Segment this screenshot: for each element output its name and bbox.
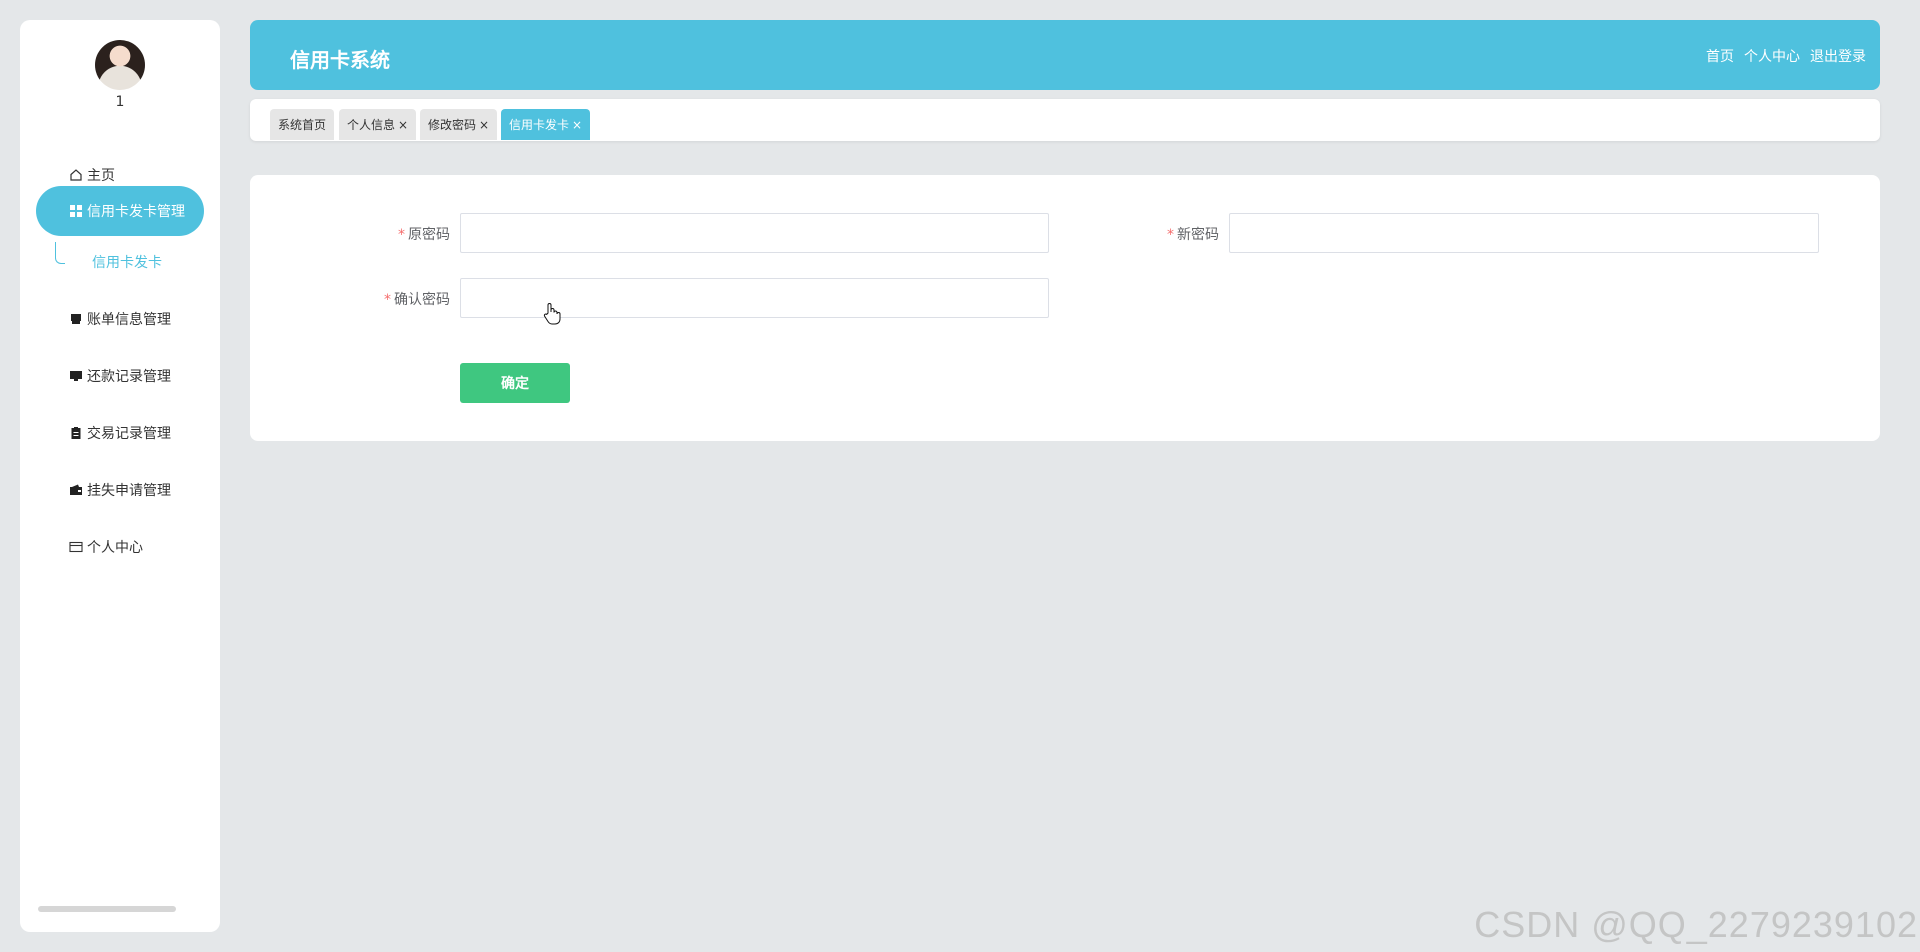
close-icon[interactable]: × xyxy=(479,118,489,132)
header-link-logout[interactable]: 退出登录 xyxy=(1810,46,1866,66)
tab-card-issue[interactable]: 信用卡发卡 × xyxy=(501,109,591,140)
tab-label: 系统首页 xyxy=(278,118,327,132)
sidebar-item-label: 主页 xyxy=(87,168,115,184)
header-link-home[interactable]: 首页 xyxy=(1706,46,1734,66)
old-password-input[interactable] xyxy=(460,213,1049,253)
grid-icon xyxy=(68,203,84,219)
tab-system-home[interactable]: 系统首页 xyxy=(270,109,335,140)
sidebar-item-transaction-management[interactable]: 交易记录管理 xyxy=(36,408,204,458)
watermark: CSDN @QQ_2279239102 xyxy=(1474,904,1918,945)
tab-label: 修改密码 xyxy=(428,118,477,132)
sidebar-item-bill-management[interactable]: 账单信息管理 xyxy=(36,294,204,344)
tab-personal-info[interactable]: 个人信息 × xyxy=(339,109,417,140)
required-marker: * xyxy=(398,227,405,243)
sidebar-item-label: 交易记录管理 xyxy=(87,426,171,442)
hand-cursor-icon xyxy=(543,302,561,326)
sidebar-scrollbar[interactable] xyxy=(38,906,176,912)
sidebar-item-label: 个人中心 xyxy=(87,540,143,556)
new-password-input[interactable] xyxy=(1229,213,1819,253)
tab-label: 信用卡发卡 xyxy=(509,118,570,132)
submenu-item-card-issue[interactable]: 信用卡发卡 xyxy=(92,252,162,272)
monitor-icon xyxy=(68,368,84,384)
home-icon xyxy=(68,167,84,183)
tab-bar: 系统首页 个人信息 × 修改密码 × 信用卡发卡 × xyxy=(250,99,1880,141)
card-icon xyxy=(68,539,84,555)
tab-change-password[interactable]: 修改密码 × xyxy=(420,109,498,140)
top-header: 信用卡系统 首页 个人中心 退出登录 xyxy=(250,20,1880,90)
header-links: 首页 个人中心 退出登录 xyxy=(1706,46,1866,66)
sidebar-item-label: 账单信息管理 xyxy=(87,312,171,328)
sidebar-item-repayment-management[interactable]: 还款记录管理 xyxy=(36,351,204,401)
new-password-label: * 新密码 xyxy=(1167,227,1219,243)
confirm-button[interactable]: 确定 xyxy=(460,363,570,403)
sidebar-item-personal-center[interactable]: 个人中心 xyxy=(36,522,204,572)
sidebar: 1 主页 信用卡发卡管理 信用卡发卡 账单信息管理 还款记录管理 交易记录管理 xyxy=(20,20,220,932)
sidebar-item-card-issue-management[interactable]: 信用卡发卡管理 xyxy=(36,186,204,236)
wallet-icon xyxy=(68,482,84,498)
tab-label: 个人信息 xyxy=(347,118,396,132)
required-marker: * xyxy=(1167,227,1174,243)
required-marker: * xyxy=(384,292,391,308)
sidebar-item-label: 挂失申请管理 xyxy=(87,483,171,499)
avatar[interactable] xyxy=(95,40,145,90)
close-icon[interactable]: × xyxy=(398,118,408,132)
username: 1 xyxy=(115,94,125,110)
old-password-label: * 原密码 xyxy=(398,227,450,243)
system-title: 信用卡系统 xyxy=(290,48,390,72)
clipboard-icon xyxy=(68,425,84,441)
printer-icon xyxy=(68,311,84,327)
sidebar-item-loss-report-management[interactable]: 挂失申请管理 xyxy=(36,465,204,515)
submenu-connector xyxy=(55,242,65,264)
sidebar-item-label: 信用卡发卡管理 xyxy=(87,204,185,220)
confirm-password-label: * 确认密码 xyxy=(384,292,450,308)
close-icon[interactable]: × xyxy=(572,118,582,132)
sidebar-item-label: 还款记录管理 xyxy=(87,369,171,385)
header-link-personal-center[interactable]: 个人中心 xyxy=(1744,46,1800,66)
